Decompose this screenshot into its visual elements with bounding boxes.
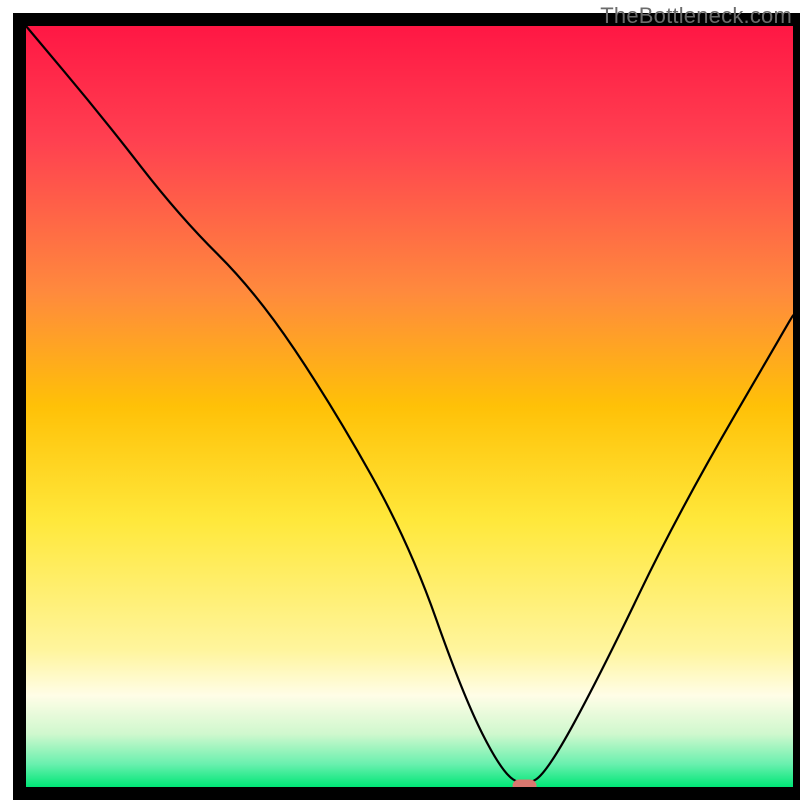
gradient-background (26, 26, 793, 787)
chart-frame-right (793, 13, 800, 800)
bottleneck-chart (0, 0, 800, 800)
chart-frame-left (13, 13, 26, 800)
watermark-text: TheBottleneck.com (600, 3, 792, 29)
chart-container: TheBottleneck.com (0, 0, 800, 800)
chart-frame-bottom (13, 787, 800, 800)
